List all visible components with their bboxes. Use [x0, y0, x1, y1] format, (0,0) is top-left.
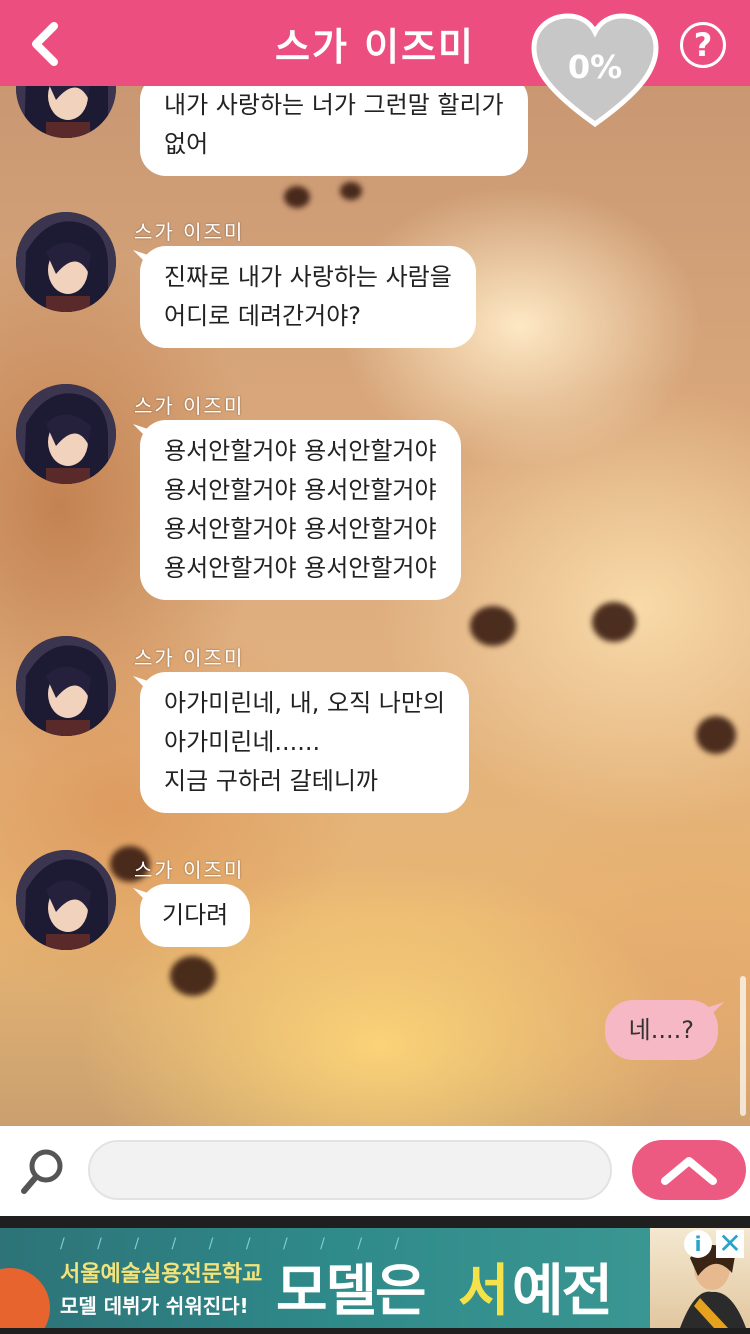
- avatar-image: [16, 384, 116, 484]
- affinity-percent: 0%: [567, 48, 623, 86]
- message-line: 진짜로 내가 사랑하는 사람을: [164, 263, 452, 291]
- ad-headline: 예전: [512, 1259, 613, 1324]
- message-bubble: 기다려: [140, 884, 251, 947]
- background-decoration: [696, 716, 736, 754]
- message-bubble: 진짜로 내가 사랑하는 사람을 어디로 데려간거야?: [140, 246, 476, 348]
- sender-name: 스가 이즈미: [134, 394, 245, 418]
- avatar[interactable]: [16, 212, 116, 312]
- message-bubble: 내가 사랑하는 너가 그런말 할리가 없어: [140, 86, 528, 176]
- search-button[interactable]: [18, 1146, 66, 1196]
- message-line: 용서안할거야 용서안할거야: [164, 437, 437, 465]
- message-line: 아가미린네, 내, 오직 나만의: [164, 689, 446, 717]
- page-title: 스가 이즈미: [274, 24, 476, 69]
- avatar-image: [16, 636, 116, 736]
- question-circle-icon: ?: [693, 26, 713, 64]
- ad-headline: 모델은: [276, 1259, 427, 1324]
- scrollbar[interactable]: [740, 976, 746, 1116]
- avatar[interactable]: [16, 636, 116, 736]
- chat-area[interactable]: 내가 사랑하는 너가 그런말 할리가 없어 스가 이즈미 진짜로 내가 사랑하는…: [0, 86, 750, 1126]
- search-icon: [21, 1149, 63, 1194]
- background-decoration: [340, 182, 362, 200]
- avatar[interactable]: [16, 850, 116, 950]
- message-line: 기다려: [162, 901, 229, 929]
- ad-close-icon[interactable]: ✕: [716, 1230, 744, 1258]
- ad-school-name: 서울예술실용전문학교: [60, 1262, 263, 1287]
- avatar-image: [16, 86, 116, 138]
- back-button[interactable]: [26, 22, 66, 66]
- message-bubble: 용서안할거야 용서안할거야 용서안할거야 용서안할거야 용서안할거야 용서안할거…: [140, 420, 461, 600]
- background-decoration: [470, 606, 516, 646]
- my-message-bubble: 네....?: [604, 1000, 718, 1060]
- background-decoration: [592, 602, 636, 642]
- message-line: 어디로 데려간거야?: [164, 302, 362, 330]
- message-line: 용서안할거야 용서안할거야: [164, 554, 437, 582]
- ad-decoration: [0, 1268, 50, 1328]
- avatar-image: [16, 212, 116, 312]
- ad-tagline: 모델 데뷔가 쉬워진다!: [60, 1294, 249, 1318]
- avatar[interactable]: [16, 86, 116, 138]
- sender-name: 스가 이즈미: [134, 220, 245, 244]
- message-line: 없어: [164, 130, 209, 158]
- message-input[interactable]: [88, 1140, 612, 1200]
- message-line: 아가미린네......: [164, 728, 321, 756]
- message-line: 용서안할거야 용서안할거야: [164, 515, 437, 543]
- ad-headline-accent: 서: [458, 1259, 510, 1324]
- background-decoration: [170, 956, 216, 996]
- help-button[interactable]: ?: [680, 22, 726, 68]
- sender-name: 스가 이즈미: [134, 646, 245, 670]
- message-line: 내가 사랑하는 너가 그런말 할리가: [164, 91, 504, 119]
- ad-info-icon[interactable]: i: [684, 1230, 712, 1258]
- sender-name: 스가 이즈미: [134, 858, 245, 882]
- message-line: 용서안할거야 용서안할거야: [164, 476, 437, 504]
- avatar-image: [16, 850, 116, 950]
- avatar[interactable]: [16, 384, 116, 484]
- input-bar: [0, 1126, 750, 1216]
- message-bubble: 아가미린네, 내, 오직 나만의 아가미린네...... 지금 구하러 갈테니까: [140, 672, 470, 813]
- message-line: 지금 구하러 갈테니까: [164, 767, 378, 795]
- send-button[interactable]: [632, 1140, 746, 1200]
- chevron-left-icon: [32, 22, 58, 66]
- ad-banner[interactable]: / / / / / / / / / / 서울예술실용전문학교 모델 데뷔가 쉬워…: [0, 1228, 750, 1328]
- chevron-up-icon: [661, 1157, 717, 1185]
- background-decoration: [284, 186, 310, 208]
- affinity-meter[interactable]: 0%: [530, 12, 660, 130]
